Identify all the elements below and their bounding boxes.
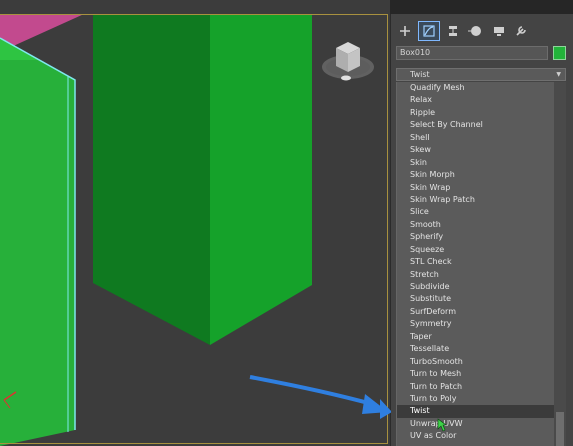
modifier-list-item[interactable]: SurfDeform	[397, 306, 555, 318]
modifier-list-item[interactable]: UV as Color	[397, 430, 555, 442]
modifier-dropdown-value: Twist	[410, 70, 430, 79]
modifier-list-item[interactable]: Tessellate	[397, 343, 555, 355]
modifier-list-item[interactable]: Skew	[397, 144, 555, 156]
modifier-list-item[interactable]: Substitute	[397, 293, 555, 305]
plus-icon	[400, 26, 410, 36]
modifier-list-item[interactable]: Skin Wrap	[397, 182, 555, 194]
modifier-list-item[interactable]: Turn to Mesh	[397, 368, 555, 380]
object-name-field[interactable]: Box010	[396, 46, 548, 60]
object-color-swatch[interactable]	[553, 46, 566, 60]
perspective-viewport[interactable]	[0, 0, 390, 446]
mouse-cursor-icon	[437, 418, 447, 432]
modifier-list-item[interactable]: Skin	[397, 157, 555, 169]
modifier-list-item[interactable]: Select By Channel	[397, 119, 555, 131]
modifier-list-item[interactable]: Taper	[397, 331, 555, 343]
modifier-list-scrollbar[interactable]	[554, 82, 566, 446]
modifier-list-item[interactable]: Slice	[397, 206, 555, 218]
modifier-list-item[interactable]: Subdivide	[397, 281, 555, 293]
scrollbar-thumb[interactable]	[556, 412, 564, 446]
modify-tab[interactable]	[418, 21, 440, 41]
pillar-right-face	[210, 14, 312, 345]
modifier-list-item[interactable]: Skin Morph	[397, 169, 555, 181]
viewport-scene	[0, 14, 388, 446]
command-panel-tabs	[395, 20, 571, 42]
modifier-list-item[interactable]: Turn to Patch	[397, 381, 555, 393]
modifier-list-item[interactable]: Symmetry	[397, 318, 555, 330]
modifier-list-item[interactable]: Smooth	[397, 219, 555, 231]
modifier-list-item[interactable]: Stretch	[397, 269, 555, 281]
modifier-list-dropdown[interactable]: Twist ▼	[396, 68, 566, 81]
modifier-list-item[interactable]: Shell	[397, 132, 555, 144]
modifier-list-item[interactable]: Skin Wrap Patch	[397, 194, 555, 206]
hierarchy-tab[interactable]	[443, 22, 463, 40]
modifier-list-item[interactable]: STL Check	[397, 256, 555, 268]
modifier-list-item[interactable]: Twist	[397, 405, 555, 418]
create-tab[interactable]	[395, 22, 415, 40]
modify-icon	[423, 25, 435, 37]
hierarchy-icon	[449, 26, 457, 36]
modifier-list[interactable]: Quadify Mesh Relax Ripple Select By Channel…	[396, 82, 555, 446]
utilities-wrench-icon	[516, 26, 526, 36]
display-tab[interactable]	[489, 22, 509, 40]
chevron-down-icon[interactable]: ▼	[556, 69, 561, 80]
annotation-arrow-icon	[249, 375, 388, 414]
modifier-list-item[interactable]: Squeeze	[397, 244, 555, 256]
modifier-list-item[interactable]: Quadify Mesh	[397, 82, 555, 94]
selected-box-face	[0, 38, 75, 446]
viewcube-icon[interactable]	[322, 42, 374, 81]
display-icon	[494, 27, 504, 36]
motion-tab[interactable]	[465, 22, 485, 40]
motion-icon	[468, 26, 481, 36]
modifier-list-item[interactable]: Turn to Poly	[397, 393, 555, 405]
modifier-list-item[interactable]: Relax	[397, 94, 555, 106]
modifier-list-item[interactable]: TurboSmooth	[397, 356, 555, 368]
pillar-left-face	[93, 14, 210, 345]
utilities-tab[interactable]	[511, 22, 531, 40]
modifier-list-item[interactable]: Ripple	[397, 107, 555, 119]
modifier-list-item[interactable]: Unwrap UVW	[397, 418, 555, 430]
modifier-list-item[interactable]: Spherify	[397, 231, 555, 243]
